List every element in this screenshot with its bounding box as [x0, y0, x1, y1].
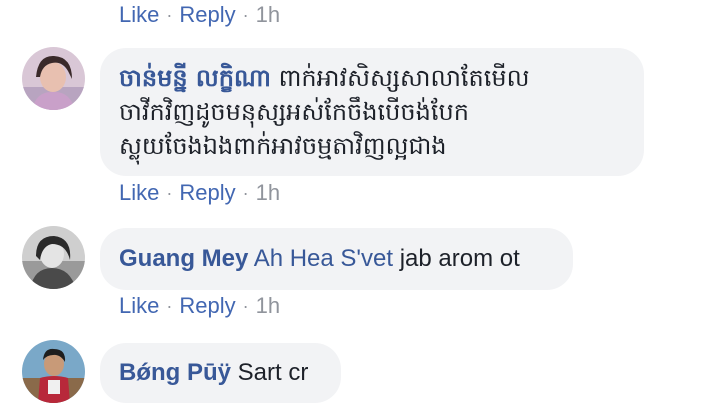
- comment-line: ចាវីកវិញដូចមនុស្សអស់កែចឹងបើចង់បែក: [119, 98, 469, 126]
- comment-bubble: Guang Mey Ah Hea S'vet jab arom ot: [100, 228, 573, 290]
- comment-text: Sart cr: [231, 359, 309, 386]
- comment-timestamp[interactable]: 1h: [256, 180, 280, 206]
- comment-author[interactable]: Guang Mey: [119, 245, 248, 272]
- comment-actions-top: Like · Reply · 1h: [119, 2, 280, 28]
- comment-timestamp[interactable]: 1h: [256, 2, 280, 28]
- avatar[interactable]: [22, 226, 85, 289]
- avatar[interactable]: [22, 47, 85, 110]
- comment-actions: Like · Reply · 1h: [119, 180, 280, 206]
- tagged-user[interactable]: Ah Hea S'vet: [254, 245, 393, 272]
- avatar-photo: [22, 47, 85, 110]
- avatar-photo: [22, 340, 85, 403]
- avatar-photo: [22, 226, 85, 289]
- separator: ·: [166, 182, 173, 203]
- separator: ·: [166, 4, 173, 25]
- separator: ·: [242, 4, 249, 25]
- like-link[interactable]: Like: [119, 2, 159, 28]
- comment-author[interactable]: Bǿng Pūÿ: [119, 359, 231, 386]
- comment-timestamp[interactable]: 1h: [256, 293, 280, 319]
- reply-link[interactable]: Reply: [179, 180, 235, 206]
- comment-bubble: ចាន់មន្នី លក្ខិណា ពាក់អាវសិស្សសាលាតែមើល …: [100, 48, 644, 176]
- like-link[interactable]: Like: [119, 180, 159, 206]
- separator: ·: [242, 182, 249, 203]
- avatar[interactable]: [22, 340, 85, 403]
- like-link[interactable]: Like: [119, 293, 159, 319]
- comment-text: jab arom ot: [393, 245, 520, 272]
- reply-link[interactable]: Reply: [179, 293, 235, 319]
- comment-text: ចាន់មន្នី លក្ខិណា ពាក់អាវសិស្សសាលាតែមើល: [119, 61, 625, 95]
- comment-line: ពាក់អាវសិស្សសាលាតែមើល: [278, 64, 530, 92]
- reply-link[interactable]: Reply: [179, 2, 235, 28]
- comment-author[interactable]: ចាន់មន្នី លក្ខិណា: [119, 64, 271, 92]
- separator: ·: [166, 295, 173, 316]
- comment-bubble: Bǿng Pūÿ Sart cr: [100, 343, 341, 403]
- comment-line: ស្លុយចែងឯងពាក់អាវចម្មតាវិញល្អជាង: [119, 132, 447, 160]
- separator: ·: [242, 295, 249, 316]
- comment-actions: Like · Reply · 1h: [119, 293, 280, 319]
